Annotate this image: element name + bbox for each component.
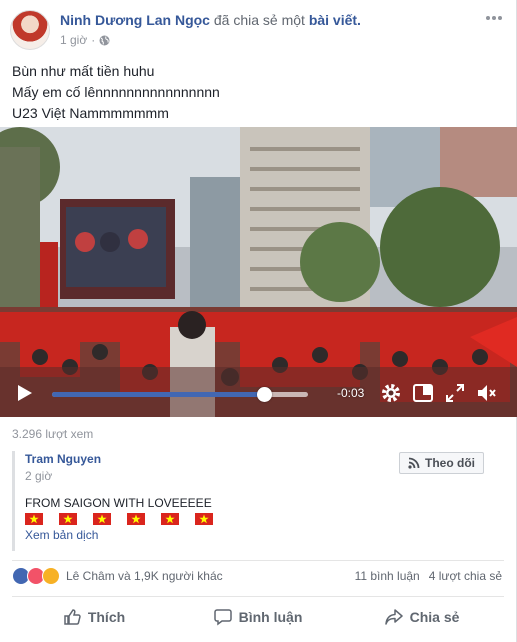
vietnam-flag-icon bbox=[195, 513, 213, 525]
share-arrow-icon bbox=[384, 609, 403, 625]
pip-icon[interactable] bbox=[412, 382, 434, 404]
post-time[interactable]: 1 giờ bbox=[60, 33, 87, 47]
post-card: Ninh Dương Lan Ngọc đã chia sẻ một bài v… bbox=[0, 0, 517, 642]
author-name[interactable]: Ninh Dương Lan Ngọc bbox=[60, 12, 210, 28]
vietnam-flag-icon bbox=[127, 513, 145, 525]
quote-bar bbox=[12, 451, 15, 551]
settings-icon[interactable] bbox=[380, 382, 402, 404]
share-action-text: đã chia sẻ một bbox=[213, 12, 305, 28]
rss-icon bbox=[408, 457, 420, 469]
see-translation-link[interactable]: Xem bản dịch bbox=[25, 528, 98, 542]
video-progress bbox=[52, 392, 265, 397]
post-meta: 1 giờ · bbox=[60, 33, 110, 47]
like-button[interactable]: Thích bbox=[12, 600, 176, 634]
comment-button[interactable]: Bình luận bbox=[176, 600, 340, 634]
video-controls: -0:03 bbox=[0, 371, 517, 417]
post-line: U23 Việt Nammmmmmm bbox=[12, 105, 169, 121]
vietnam-flag-icon bbox=[93, 513, 111, 525]
author-avatar[interactable] bbox=[10, 10, 50, 50]
view-count: 3.296 lượt xem bbox=[12, 427, 94, 441]
comment-author[interactable]: Tram Nguyen bbox=[25, 452, 101, 466]
like-label: Thích bbox=[87, 609, 126, 625]
globe-icon bbox=[99, 35, 110, 46]
post-text: Bùn như mất tiền huhu Mấy em cố lênnnnnn… bbox=[12, 61, 220, 124]
reaction-count[interactable]: Lê Châm và 1,9K người khác bbox=[66, 569, 223, 583]
share-button[interactable]: Chia sẻ bbox=[340, 600, 504, 634]
divider bbox=[12, 560, 504, 561]
share-count[interactable]: 4 lượt chia sẻ bbox=[429, 569, 502, 583]
shared-comment: Tram Nguyen 2 giờ Theo dõi FROM SAIGON W… bbox=[12, 447, 504, 552]
mute-icon[interactable] bbox=[476, 382, 498, 404]
more-options-icon[interactable] bbox=[484, 10, 504, 26]
comment-time[interactable]: 2 giờ bbox=[25, 469, 52, 483]
sad-reaction-icon bbox=[42, 567, 60, 585]
fullscreen-icon[interactable] bbox=[444, 382, 466, 404]
comment-label: Bình luận bbox=[238, 609, 303, 625]
divider bbox=[12, 596, 504, 597]
time-remaining: -0:03 bbox=[337, 386, 365, 400]
play-icon[interactable] bbox=[16, 384, 34, 402]
follow-button[interactable]: Theo dõi bbox=[399, 452, 484, 474]
vietnam-flag-icon bbox=[59, 513, 77, 525]
share-label: Chia sẻ bbox=[409, 609, 460, 625]
follow-label: Theo dõi bbox=[425, 456, 475, 470]
post-line: Mấy em cố lênnnnnnnnnnnnnnnn bbox=[12, 84, 220, 100]
reaction-icons bbox=[12, 567, 60, 585]
reaction-summary[interactable]: Lê Châm và 1,9K người khác bbox=[12, 566, 223, 586]
vietnam-flag-icon bbox=[161, 513, 179, 525]
comment-text: FROM SAIGON WITH LOVEEEEE bbox=[25, 496, 212, 510]
video-seek-bar[interactable] bbox=[52, 387, 308, 402]
thumbs-up-icon bbox=[64, 609, 81, 625]
action-bar: Thích Bình luận Chia sẻ bbox=[12, 600, 504, 634]
post-headline: Ninh Dương Lan Ngọc đã chia sẻ một bài v… bbox=[60, 12, 361, 28]
flag-emoji-row bbox=[25, 513, 213, 525]
comment-icon bbox=[213, 609, 232, 626]
vietnam-flag-icon bbox=[25, 513, 43, 525]
post-header: Ninh Dương Lan Ngọc đã chia sẻ một bài v… bbox=[10, 8, 506, 52]
video-player[interactable]: -0:03 bbox=[0, 127, 517, 417]
seek-handle[interactable] bbox=[257, 387, 273, 402]
engagement-stats: 11 bình luận 4 lượt chia sẻ bbox=[355, 569, 502, 583]
post-line: Bùn như mất tiền huhu bbox=[12, 63, 155, 79]
comment-count[interactable]: 11 bình luận bbox=[355, 569, 420, 583]
shared-post-link[interactable]: bài viết. bbox=[309, 12, 361, 28]
